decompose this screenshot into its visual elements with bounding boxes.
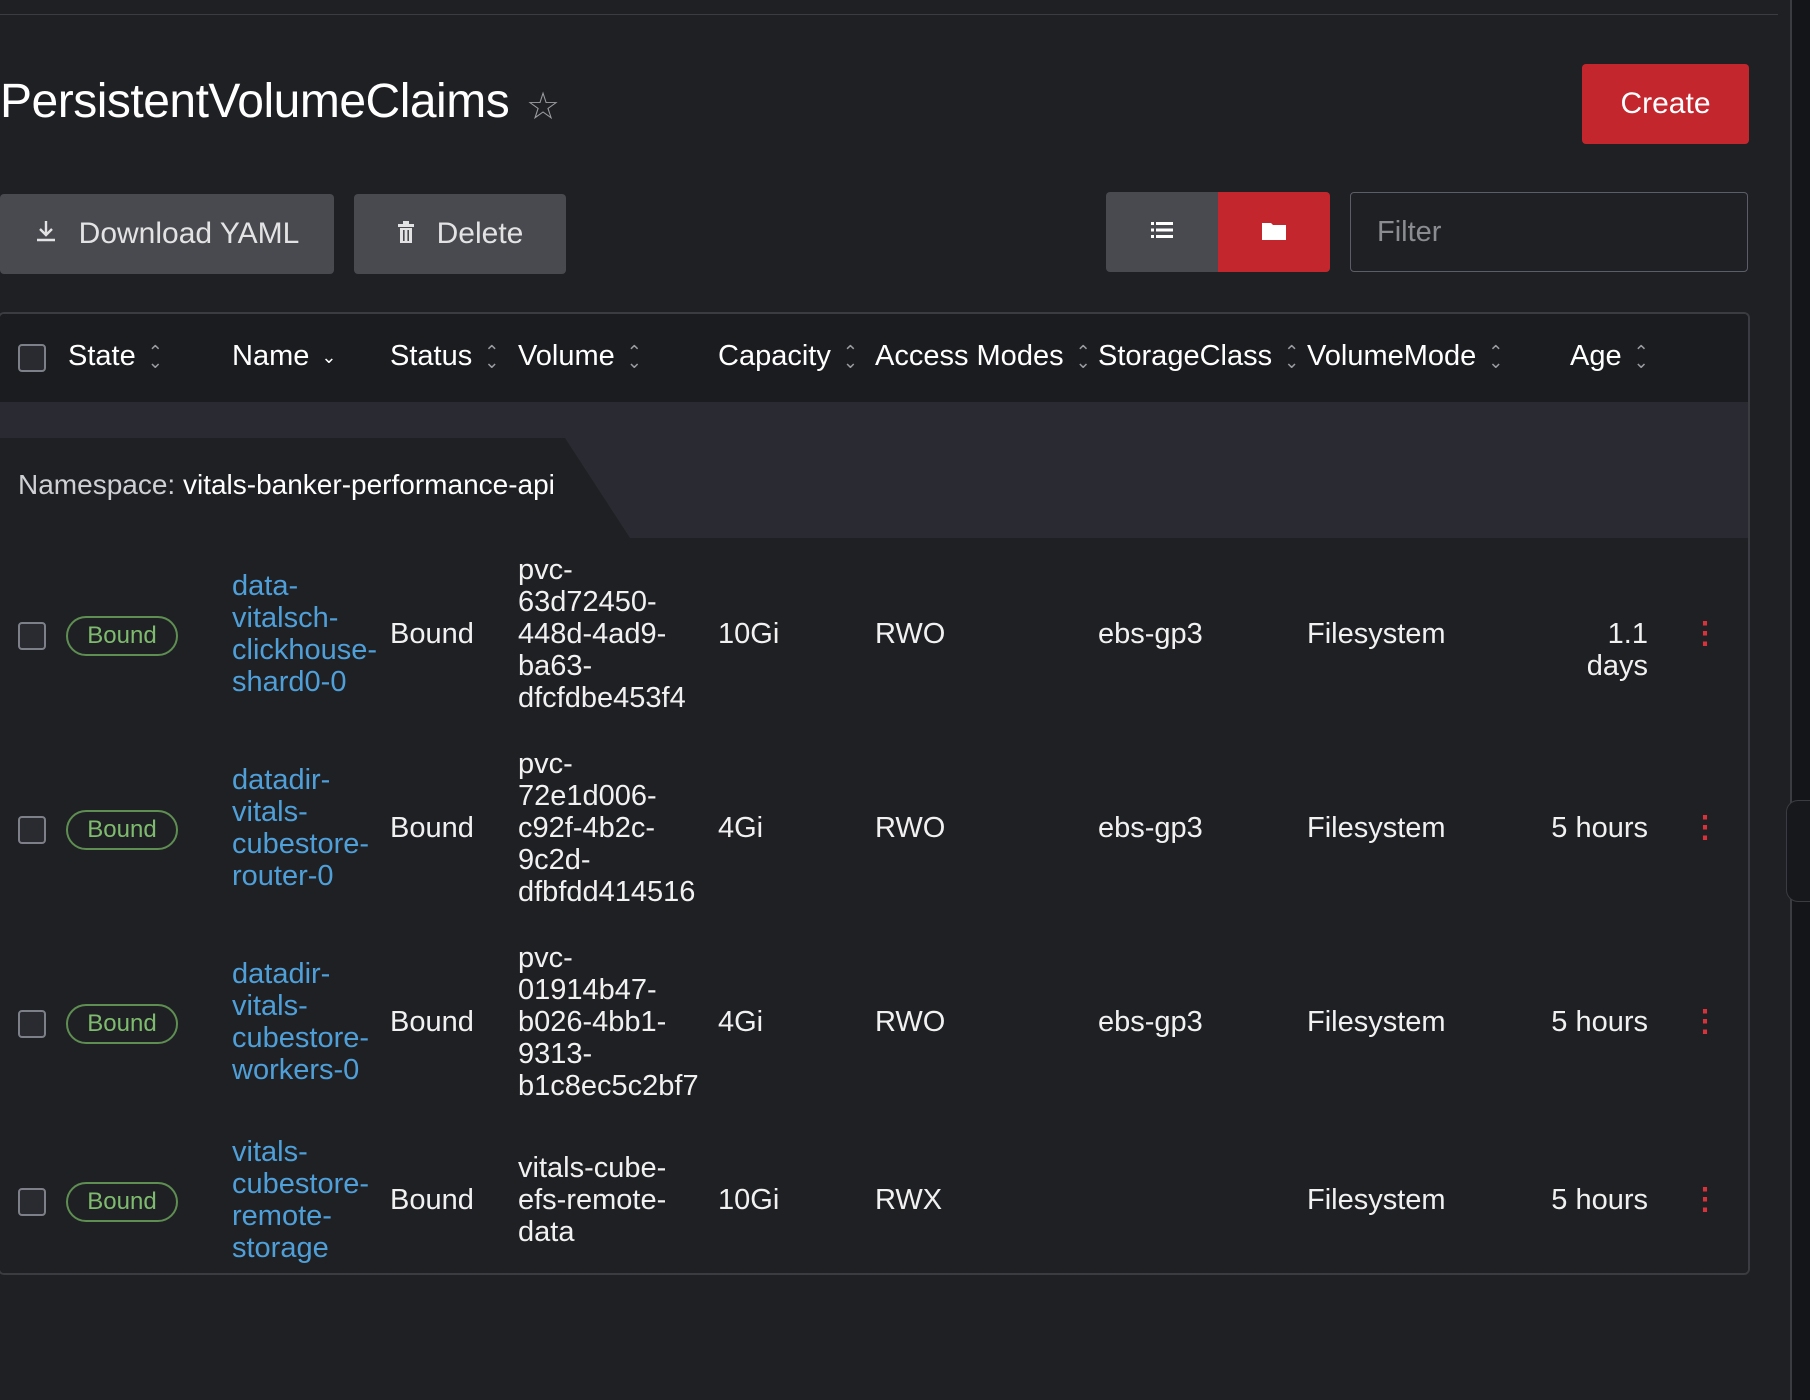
- volume-cell: pvc- 01914b47- b026-4bb1- 9313- b1c8ec5c2bf7: [518, 942, 699, 1102]
- list-view-toggle[interactable]: [1106, 192, 1218, 272]
- capacity-cell: 10Gi: [718, 618, 780, 650]
- age-cell: 5 hours: [1551, 1006, 1648, 1038]
- capacity-cell: 4Gi: [718, 812, 764, 844]
- namespace-group-label: Namespace: vitals-banker-performance-api: [18, 469, 555, 500]
- state-badge: Bound: [66, 1004, 178, 1044]
- pvc-name-link[interactable]: datadir-vitals-cubestore-workers-0: [232, 958, 369, 1086]
- kebab-menu-icon[interactable]: ⋮: [1690, 1184, 1720, 1216]
- filter-input[interactable]: [1350, 192, 1748, 272]
- access-modes-cell: RWO: [875, 1006, 946, 1038]
- delete-button[interactable]: Delete: [354, 194, 566, 274]
- column-header-state[interactable]: State ⌃ ⌄: [68, 340, 163, 373]
- capacity-cell: 4Gi: [718, 1006, 764, 1038]
- storageclass-cell: ebs-gp3: [1098, 618, 1203, 650]
- download-icon: [35, 217, 57, 251]
- age-cell: 1.1 days: [1586, 618, 1648, 682]
- pvc-table: State ⌃ ⌄ Name ⌄ Status ⌃ ⌄ Volume ⌃ ⌄ Capacity…: [0, 312, 1750, 1275]
- status-cell: Bound: [390, 812, 474, 844]
- namespace-name: vitals-banker-performance-api: [182, 469, 555, 500]
- side-panel-handle[interactable]: [1786, 800, 1810, 902]
- kebab-menu-icon[interactable]: ⋮: [1690, 1006, 1720, 1038]
- table-header: State ⌃ ⌄ Name ⌄ Status ⌃ ⌄ Volume ⌃ ⌄ Capacity…: [0, 314, 1748, 404]
- column-header-volumemode[interactable]: VolumeMode ⌃ ⌄: [1307, 340, 1503, 373]
- volumemode-cell: Filesystem: [1307, 1184, 1446, 1216]
- sort-icon: ⌃ ⌄: [1075, 341, 1091, 372]
- volumemode-cell: Filesystem: [1307, 1006, 1446, 1038]
- list-icon: [1151, 221, 1173, 244]
- sort-icon: ⌃ ⌄: [1488, 341, 1504, 372]
- access-modes-cell: RWO: [875, 812, 946, 844]
- kebab-menu-icon[interactable]: ⋮: [1690, 812, 1720, 844]
- volume-cell: pvc- 72e1d006- c92f-4b2c- 9c2d-dfbfdd414516: [518, 748, 696, 908]
- status-cell: Bound: [390, 1184, 474, 1216]
- capacity-cell: 10Gi: [718, 1184, 780, 1216]
- table-row: Bound datadir-vitals-cubestore-workers-0…: [0, 926, 1748, 1122]
- favorite-star-icon[interactable]: ☆: [526, 84, 560, 129]
- storageclass-cell: ebs-gp3: [1098, 1006, 1203, 1038]
- pvc-name-link[interactable]: data-vitalsch-clickhouse-shard0-0: [232, 570, 377, 698]
- sort-icon: ⌃ ⌄: [147, 341, 163, 372]
- volume-cell: pvc- 63d72450- 448d-4ad9- ba63- dfcfdbe453f4: [518, 554, 686, 714]
- status-cell: Bound: [390, 618, 474, 650]
- table-row: Bound datadir-vitals-cubestore-router-0 …: [0, 732, 1748, 928]
- access-modes-cell: RWO: [875, 618, 946, 650]
- column-header-storageclass[interactable]: StorageClass ⌃ ⌄: [1098, 340, 1299, 373]
- kebab-menu-icon[interactable]: ⋮: [1690, 618, 1720, 650]
- age-cell: 5 hours: [1551, 812, 1648, 844]
- row-checkbox[interactable]: [18, 622, 46, 650]
- age-cell: 5 hours: [1551, 1184, 1648, 1216]
- select-all-checkbox[interactable]: [18, 344, 46, 372]
- trash-icon: [397, 217, 415, 251]
- column-header-capacity[interactable]: Capacity ⌃ ⌄: [718, 340, 858, 373]
- access-modes-cell: RWX: [875, 1184, 943, 1216]
- volumemode-cell: Filesystem: [1307, 618, 1446, 650]
- status-cell: Bound: [390, 1006, 474, 1038]
- group-view-toggle[interactable]: [1218, 192, 1330, 272]
- page-title: PersistentVolumeClaims: [0, 75, 510, 128]
- folder-icon: [1262, 220, 1286, 245]
- sort-icon: ⌃ ⌄: [626, 341, 642, 372]
- state-badge: Bound: [66, 810, 178, 850]
- volume-cell: vitals-cube-efs-remote-data: [518, 1152, 667, 1248]
- table-row: Bound vitals-cubestore-remote-storage Bo…: [0, 1120, 1748, 1273]
- column-header-status[interactable]: Status ⌃ ⌄: [390, 340, 499, 373]
- column-header-name[interactable]: Name ⌄: [232, 340, 336, 373]
- sort-icon: ⌃ ⌄: [842, 341, 858, 372]
- pvc-name-link[interactable]: datadir-vitals-cubestore-router-0: [232, 764, 369, 892]
- state-badge: Bound: [66, 616, 178, 656]
- table-row: Bound data-vitalsch-clickhouse-shard0-0 …: [0, 538, 1748, 734]
- pvc-name-link[interactable]: vitals-cubestore-remote-storage: [232, 1136, 369, 1264]
- row-checkbox[interactable]: [18, 816, 46, 844]
- create-button[interactable]: Create: [1582, 64, 1749, 144]
- download-yaml-label: Download YAML: [78, 217, 300, 250]
- top-divider: [0, 14, 1778, 15]
- sort-icon: ⌃ ⌄: [484, 341, 500, 372]
- right-panel-strip: [1792, 0, 1810, 1400]
- column-header-volume[interactable]: Volume ⌃ ⌄: [518, 340, 642, 373]
- row-checkbox[interactable]: [18, 1188, 46, 1216]
- state-badge: Bound: [66, 1182, 178, 1222]
- delete-label: Delete: [436, 217, 524, 250]
- volumemode-cell: Filesystem: [1307, 812, 1446, 844]
- sort-icon: ⌃ ⌄: [1284, 341, 1300, 372]
- column-header-access-modes[interactable]: Access Modes ⌃ ⌄: [875, 340, 1091, 373]
- column-header-age[interactable]: Age ⌃ ⌄: [1570, 340, 1649, 373]
- row-checkbox[interactable]: [18, 1010, 46, 1038]
- download-yaml-button[interactable]: Download YAML: [0, 194, 334, 274]
- sort-icon: ⌃ ⌄: [1633, 341, 1649, 372]
- storageclass-cell: ebs-gp3: [1098, 812, 1203, 844]
- sort-icon: ⌄: [321, 346, 337, 367]
